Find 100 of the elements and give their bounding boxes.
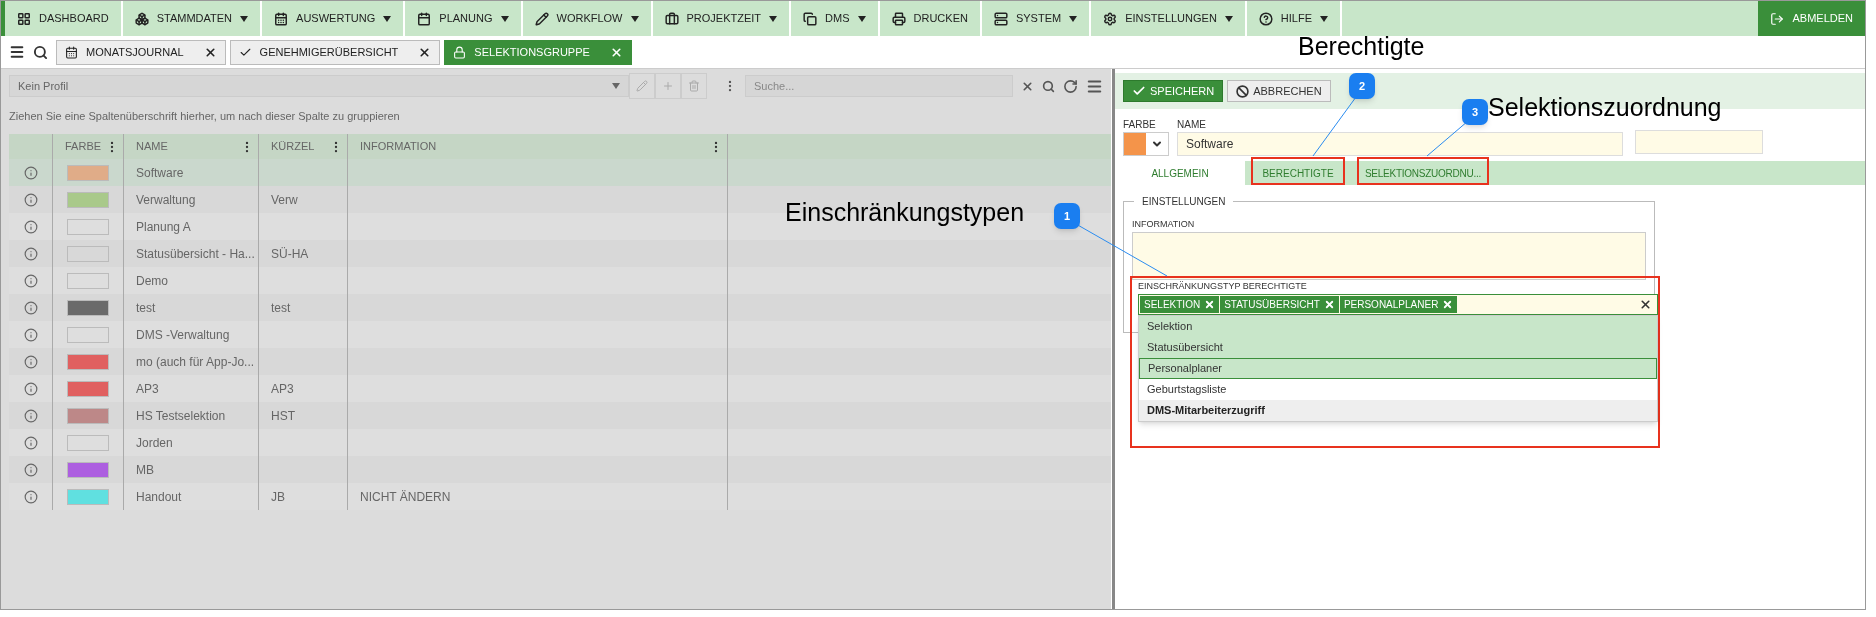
table-cell-text: AP3	[271, 380, 294, 398]
info-icon[interactable]	[23, 489, 38, 504]
info-icon[interactable]	[23, 273, 38, 288]
menu-item[interactable]: PROJEKTZEIT	[652, 1, 792, 36]
info-icon[interactable]	[23, 435, 38, 450]
menu-item[interactable]: SYSTEM	[981, 1, 1092, 36]
field-label: EINSCHRÄNKUNGSTYP BERECHTIGTE	[1138, 280, 1308, 293]
menu-item[interactable]: STAMMDATEN	[122, 1, 263, 36]
table-cell-text: test	[271, 299, 291, 317]
table-row[interactable]: MB	[9, 456, 1111, 483]
tab[interactable]: GENEHMIGERÜBERSICHT	[229, 39, 441, 65]
color-picker[interactable]	[1123, 132, 1169, 156]
table-cell-text: JB	[271, 488, 285, 506]
column-header[interactable]: KÜRZEL	[271, 138, 315, 155]
tab[interactable]: MONATSJOURNAL	[56, 39, 226, 65]
table-cell-text: Verw	[271, 191, 298, 209]
info-icon[interactable]	[23, 354, 38, 369]
table-cell-text: HS Testselektion	[136, 407, 226, 425]
search-icon[interactable]	[1042, 79, 1055, 93]
logout-button[interactable]: ABMELDEN	[1758, 1, 1865, 36]
gear-icon	[1103, 11, 1118, 26]
dropdown-option[interactable]: DMS-Mitarbeiterzugriff	[1139, 399, 1657, 421]
multiselect-field[interactable]: SELEKTION STATUSÜBERSICHT PERSONALPLANER	[1138, 293, 1658, 315]
field-label: INFORMATION	[1132, 218, 1196, 231]
lock-icon	[453, 45, 467, 59]
color-swatch	[67, 434, 109, 451]
remove-icon[interactable]	[1204, 298, 1216, 310]
menu-icon[interactable]	[9, 44, 25, 60]
group-hint: Ziehen Sie eine Spaltenüberschrift hierher, um nach dieser Spalte zu gruppieren	[9, 109, 400, 125]
check-icon	[1132, 84, 1146, 98]
name-field[interactable]: Software	[1177, 132, 1623, 156]
search-field[interactable]: Suche...	[745, 75, 1013, 97]
table-cell-text: Statusübersicht - Ha...	[136, 245, 255, 263]
menu-item[interactable]: AUSWERTUNG	[262, 1, 406, 36]
table-row[interactable]: HS Testselektion HST	[9, 402, 1111, 429]
info-icon[interactable]	[23, 192, 38, 207]
dropdown-option[interactable]: Geburtstagsliste	[1139, 378, 1657, 400]
table-row[interactable]: Software	[9, 159, 1111, 186]
color-swatch	[67, 245, 109, 262]
short-field[interactable]	[1635, 130, 1763, 154]
tab[interactable]: ALLGEMEIN	[1115, 161, 1245, 185]
table-row[interactable]: Statusübersicht - Ha... SÜ-HA	[9, 240, 1111, 267]
dropdown-option[interactable]: Selektion	[1139, 315, 1657, 337]
calendar-icon	[274, 11, 289, 26]
information-field[interactable]	[1132, 231, 1646, 280]
field-label: NAME	[1177, 118, 1207, 132]
tag-chip[interactable]: PERSONALPLANER	[1339, 295, 1458, 313]
menu-item[interactable]: DASHBOARD	[5, 1, 123, 36]
info-icon[interactable]	[23, 246, 38, 261]
field-label: FARBE	[1123, 118, 1157, 132]
menu-item[interactable]: EINSTELLUNGEN	[1091, 1, 1247, 36]
cancel-icon	[1236, 84, 1250, 98]
remove-icon[interactable]	[1323, 298, 1335, 310]
menu-item[interactable]: DMS	[791, 1, 880, 36]
table-row[interactable]: mo (auch für App-Jo...	[9, 348, 1111, 375]
menu-item[interactable]: DRUCKEN	[879, 1, 982, 36]
info-icon[interactable]	[23, 462, 38, 477]
tab[interactable]: SELEKTIONSGRUPPE	[444, 39, 632, 65]
table-cell-text: Handout	[136, 488, 182, 506]
tag-chip[interactable]: STATUSÜBERSICHT	[1220, 295, 1339, 313]
close-icon[interactable]	[203, 45, 217, 59]
menu-item[interactable]: PLANUNG	[405, 1, 523, 36]
remove-icon[interactable]	[1442, 298, 1454, 310]
tag-chip[interactable]: SELEKTION	[1140, 295, 1220, 313]
info-icon[interactable]	[23, 165, 38, 180]
column-header[interactable]: INFORMATION	[360, 138, 437, 155]
cubes-icon	[134, 11, 149, 26]
cancel-button[interactable]: ABBRECHEN	[1227, 80, 1331, 102]
callout-badge: 2	[1349, 73, 1375, 99]
calendar-icon	[65, 45, 78, 59]
leader-line	[1312, 96, 1357, 157]
column-header[interactable]: NAME	[136, 138, 168, 155]
refresh-icon[interactable]	[1063, 78, 1078, 94]
table-cell-text: DMS -Verwaltung	[136, 326, 230, 344]
menu-item[interactable]: HILFE	[1246, 1, 1343, 36]
clear-icon[interactable]	[1639, 297, 1652, 311]
callout-badge: 1	[1054, 203, 1080, 229]
info-icon[interactable]	[23, 408, 38, 423]
column-header[interactable]: FARBE	[65, 138, 102, 155]
info-icon[interactable]	[23, 381, 38, 396]
dropdown-option[interactable]: Personalplaner	[1139, 357, 1657, 379]
info-icon[interactable]	[23, 327, 38, 342]
table-cell-text: Jorden	[136, 434, 173, 452]
logout-icon	[1770, 11, 1785, 26]
table-cell-text: Software	[136, 164, 184, 182]
info-icon[interactable]	[23, 300, 38, 315]
save-button[interactable]: SPEICHERN	[1123, 80, 1224, 102]
table-row[interactable]: test test	[9, 294, 1111, 321]
search-icon[interactable]	[33, 44, 48, 60]
tab[interactable]: BERECHTIGTE	[1253, 161, 1343, 185]
table-cell-text: HST	[271, 407, 295, 425]
menu-icon[interactable]	[1086, 77, 1103, 95]
menu-item[interactable]: WORKFLOW	[522, 1, 653, 36]
info-icon[interactable]	[23, 219, 38, 234]
tab[interactable]: SELEKTIONSZUORDNU...	[1359, 161, 1487, 185]
clear-icon[interactable]	[1021, 79, 1034, 93]
color-swatch	[67, 326, 109, 343]
callout-badge: 3	[1462, 99, 1488, 125]
dropdown-option[interactable]: Statusübersicht	[1139, 336, 1657, 358]
profile-select[interactable]: Kein Profil	[9, 75, 629, 97]
